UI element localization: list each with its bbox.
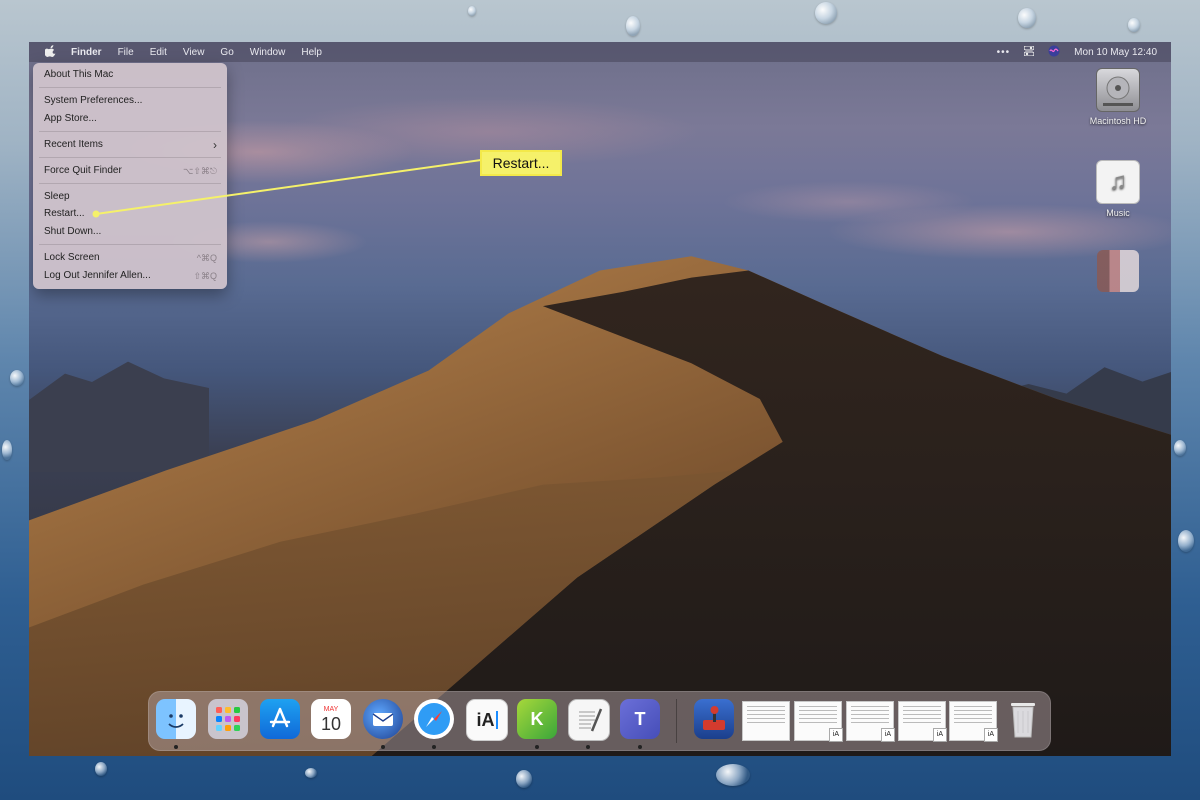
water-drop [1178, 530, 1194, 552]
running-indicator [586, 745, 590, 749]
safari-icon[interactable] [414, 699, 454, 739]
water-drop [95, 762, 107, 776]
teams-icon[interactable]: T [620, 699, 660, 739]
hard-drive-icon [1096, 68, 1140, 112]
launchpad-icon[interactable] [208, 699, 248, 739]
calendar-day: 10 [320, 713, 342, 734]
app-glyph: iA [476, 709, 495, 730]
document-lines [747, 706, 785, 726]
water-drop [2, 440, 12, 460]
desktop-icon-image[interactable] [1083, 250, 1153, 296]
ia-badge-icon: iA [829, 728, 843, 742]
kindle-icon[interactable]: K [517, 699, 557, 739]
running-indicator [432, 745, 436, 749]
dock-document[interactable]: iA [846, 701, 895, 742]
document-lines [903, 706, 941, 726]
water-drop [1128, 18, 1140, 32]
water-drop [516, 770, 532, 788]
calendar-icon[interactable]: MAY 10 [311, 699, 351, 739]
trash-icon[interactable] [1003, 699, 1043, 739]
ia-badge-icon: iA [933, 728, 947, 742]
desktop-icon-music[interactable]: ♫ Music [1083, 160, 1153, 218]
water-drop [1174, 440, 1186, 456]
desktop-screen: Finder File Edit View Go Window Help •••… [29, 42, 1171, 756]
water-drop [305, 768, 317, 778]
running-indicator [381, 745, 385, 749]
running-indicator [535, 745, 539, 749]
dock-document[interactable]: iA [898, 701, 947, 742]
dock-document[interactable]: iA [794, 701, 843, 742]
water-drop [1018, 8, 1036, 28]
textedit-icon[interactable] [568, 699, 610, 741]
app-glyph: K [530, 708, 544, 729]
desktop-icon-label: Music [1106, 208, 1130, 218]
running-indicator [174, 745, 178, 749]
finder-icon[interactable] [156, 699, 196, 739]
water-drop [815, 2, 837, 24]
blurred-image-icon [1097, 250, 1139, 292]
callout-label: Restart... [480, 150, 562, 176]
water-drop [468, 6, 476, 16]
ia-writer-icon[interactable]: iA [466, 699, 508, 741]
document-lines [851, 706, 889, 726]
joystick-icon[interactable] [694, 699, 734, 739]
ia-badge-icon: iA [881, 728, 895, 742]
calendar-month: MAY [323, 705, 339, 713]
document-lines [954, 706, 992, 726]
music-icon: ♫ [1096, 160, 1140, 204]
dock-divider [676, 699, 677, 743]
water-drop [716, 764, 750, 786]
dock-document[interactable] [742, 701, 790, 741]
water-drop [10, 370, 24, 386]
ia-badge-icon: iA [984, 728, 998, 742]
running-indicator [638, 745, 642, 749]
document-lines [799, 706, 837, 726]
dock: MAY 10 iA K T iA iA iA iA [148, 691, 1051, 751]
desktop-icon-label: Macintosh HD [1089, 116, 1147, 126]
water-drop [626, 16, 640, 36]
app-glyph: T [634, 708, 646, 729]
cursor-bar [495, 711, 498, 729]
callout-line [92, 159, 482, 218]
app-store-icon[interactable] [260, 699, 300, 739]
desktop-icon-macintosh-hd[interactable]: Macintosh HD [1083, 68, 1153, 126]
thunderbird-icon[interactable] [363, 699, 403, 739]
dock-document[interactable]: iA [949, 701, 998, 742]
